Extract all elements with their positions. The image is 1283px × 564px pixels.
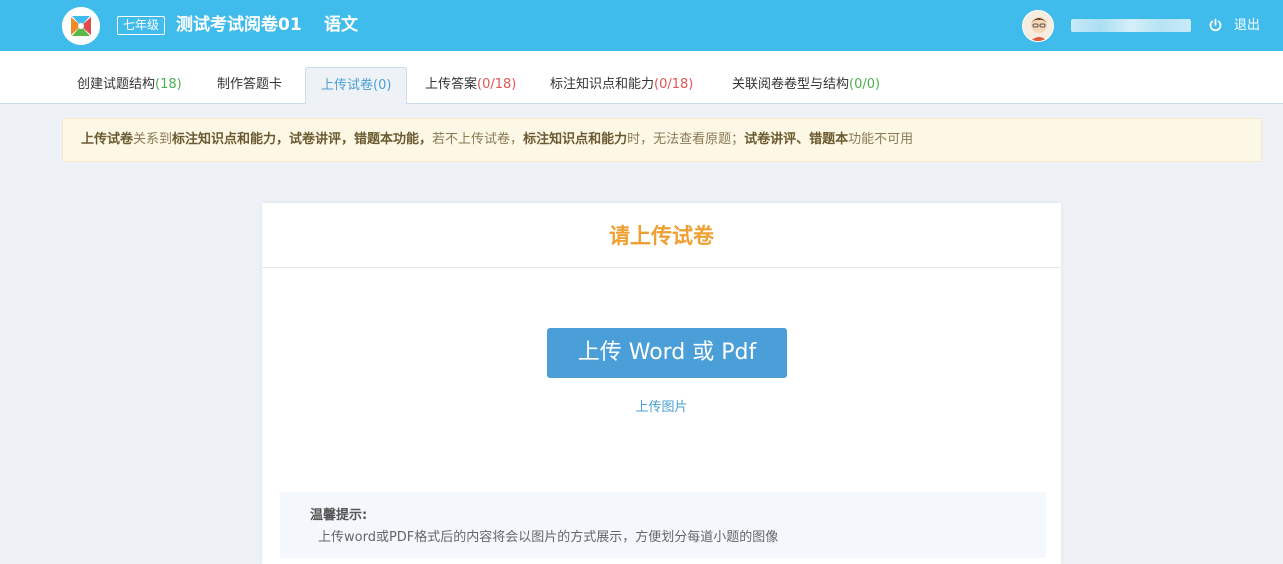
tab-create-structure[interactable]: 创建试题结构(18): [62, 67, 197, 104]
upload-title: 请上传试卷: [262, 203, 1061, 268]
subject-label: 语文: [324, 15, 358, 35]
grade-badge: 七年级: [117, 16, 166, 35]
tips-title: 温馨提示:: [310, 508, 368, 523]
upload-image-link[interactable]: 上传图片: [635, 400, 687, 415]
tab-upload-paper[interactable]: 上传试卷(0): [305, 67, 408, 105]
top-header: 七年级 测试考试阅卷01 语文 退出: [0, 0, 1283, 51]
upload-word-pdf-button[interactable]: 上传 Word 或 Pdf: [547, 328, 787, 378]
power-icon[interactable]: [1208, 18, 1223, 33]
tips-box: 温馨提示: 上传word或PDF格式后的内容将会以图片的方式展示，方便划分每道小…: [280, 492, 1046, 558]
exam-title: 测试考试阅卷01: [176, 15, 302, 35]
tab-answer-sheet[interactable]: 制作答题卡: [202, 67, 297, 104]
tab-link-paper-type[interactable]: 关联阅卷卷型与结构(0/0): [717, 67, 895, 104]
username-blurred: [1071, 19, 1191, 32]
logout-link[interactable]: 退出: [1234, 17, 1260, 35]
warning-notice: 上传试卷关系到标注知识点和能力，试卷讲评，错题本功能，若不上传试卷，标注知识点和…: [62, 118, 1262, 162]
tab-upload-answer[interactable]: 上传答案(0/18): [410, 67, 531, 104]
tips-text: 上传word或PDF格式后的内容将会以图片的方式展示，方便划分每道小题的图像: [318, 530, 779, 545]
step-tabs: 创建试题结构(18) 制作答题卡 上传试卷(0) 上传答案(0/18) 标注知识…: [0, 51, 1283, 105]
upload-card: 请上传试卷 上传 Word 或 Pdf 上传图片 温馨提示: 上传word或PD…: [262, 203, 1061, 564]
avatar[interactable]: [1022, 10, 1054, 42]
logo-icon[interactable]: [62, 7, 100, 45]
tab-knowledge-points[interactable]: 标注知识点和能力(0/18): [535, 67, 708, 104]
